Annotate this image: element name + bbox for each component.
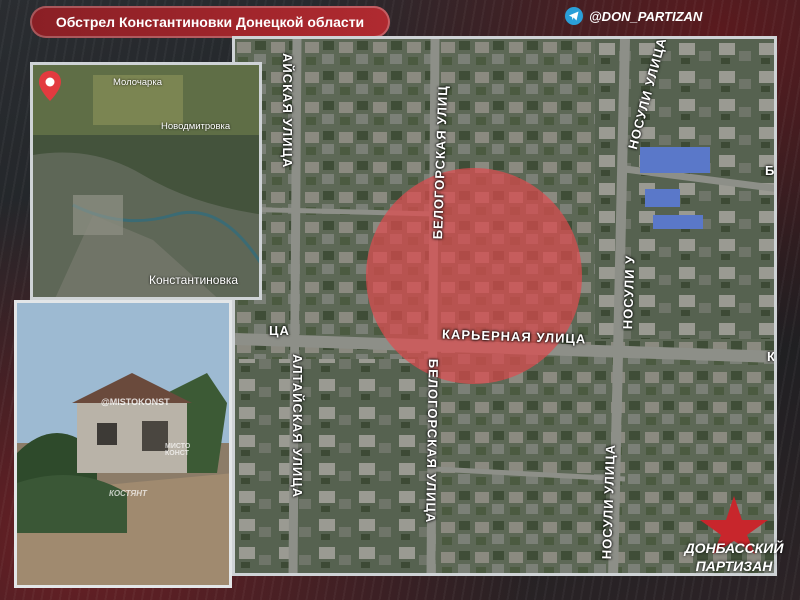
telegram-handle: @DON_PARTIZAN [565, 6, 702, 26]
location-pin-icon[interactable] [39, 71, 61, 106]
street-label-left-fragment: ЦА [269, 323, 290, 338]
inset-map-graphic [33, 65, 259, 297]
donbass-partizan-logo: ДОНБАССКИЙ ПАРТИЗАН [672, 494, 796, 596]
logo-text-line1: ДОНБАССКИЙ [684, 540, 784, 556]
street-label-belogorsk-bottom: БЕЛОГОРСКАЯ УЛИЦА [423, 358, 441, 524]
photo-watermark-2: МИСТО КОНСТ [165, 443, 191, 457]
street-label-right-fragment-b: Б [765, 163, 776, 178]
strike-zone [366, 168, 582, 384]
logo-text-line2: ПАРТИЗАН [695, 558, 773, 574]
inset-label-konstantinovka: Константиновка [149, 273, 239, 287]
street-label-nosuli-top-right: НОСУЛИ У [620, 254, 638, 330]
page-title: Обстрел Константиновки Донецкой области [30, 6, 390, 38]
photo-watermark-3: КОСТЯНТ [109, 489, 147, 498]
telegram-icon [565, 7, 583, 25]
telegram-handle-text: @DON_PARTIZAN [589, 8, 703, 24]
street-label-altai-top: АЙСКАЯ УЛИЦА [280, 53, 295, 169]
photo-watermark: @MISTOKONST [101, 397, 170, 407]
inset-label-molochar: Молочарка [113, 77, 162, 88]
inset-map[interactable]: Молочарка Новодмитровка Константиновка [30, 62, 262, 300]
damage-photo: @MISTOKONST МИСТО КОНСТ КОСТЯНТ [14, 300, 232, 588]
street-label-right-fragment-k: К [767, 349, 776, 364]
street-label-altai-bottom: АЛТАЙСКАЯ УЛИЦА [290, 354, 305, 499]
inset-label-novodmitrovka: Новодмитровка [161, 121, 231, 132]
